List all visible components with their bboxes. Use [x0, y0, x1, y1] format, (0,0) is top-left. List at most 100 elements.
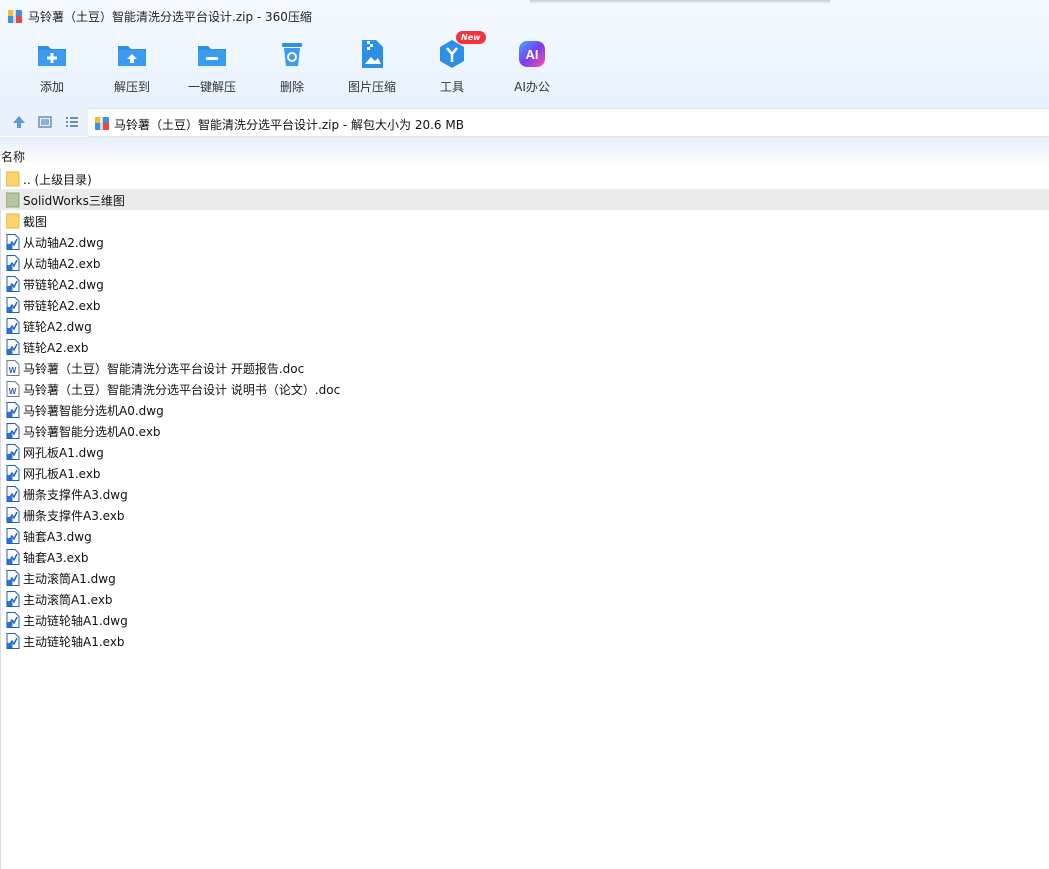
cad-file-icon — [6, 549, 20, 565]
title-shadow-decoration — [530, 0, 830, 4]
file-name: 栅条支撑件A3.dwg — [23, 488, 128, 502]
tools-label: 工具 — [439, 80, 464, 94]
file-name: 轴套A3.dwg — [23, 530, 92, 544]
address-bar[interactable]: 马铃薯（土豆）智能清洗分选平台设计.zip - 解包大小为 20.6 MB — [88, 108, 1049, 137]
file-row[interactable]: W 马铃薯（土豆）智能清洗分选平台设计 说明书（论文）.doc — [0, 378, 1049, 399]
file-name: 截图 — [23, 215, 48, 229]
file-row[interactable]: 主动链轮轴A1.dwg — [0, 609, 1049, 630]
ai-office-button[interactable]: AI AI办公 — [492, 38, 572, 98]
cad-file-icon — [6, 402, 20, 418]
file-row[interactable]: 马铃薯智能分选机A0.exb — [0, 420, 1049, 441]
folder-icon — [5, 213, 20, 229]
file-row[interactable]: 链轮A2.exb — [0, 336, 1049, 357]
file-name: 马铃薯（土豆）智能清洗分选平台设计 说明书（论文）.doc — [23, 383, 341, 397]
folder-row[interactable]: 截图 — [0, 210, 1049, 231]
svg-text:W: W — [9, 387, 17, 396]
column-header-name[interactable]: 名称 — [1, 148, 25, 165]
word-doc-icon: W — [6, 381, 20, 397]
cad-file-icon — [6, 465, 20, 481]
file-name: 链轮A2.dwg — [23, 320, 92, 334]
file-name: SolidWorks三维图 — [23, 194, 125, 208]
word-doc-icon: W — [6, 360, 20, 376]
cad-file-icon — [6, 507, 20, 523]
file-name: 网孔板A1.dwg — [23, 446, 104, 460]
file-row[interactable]: 栅条支撑件A3.dwg — [0, 483, 1049, 504]
cad-file-icon — [6, 612, 20, 628]
file-row[interactable]: 马铃薯智能分选机A0.dwg — [0, 399, 1049, 420]
list-view-icon[interactable] — [64, 114, 80, 130]
image-compress-label: 图片压缩 — [347, 80, 396, 94]
file-name: 链轮A2.exb — [23, 341, 89, 355]
tools-button[interactable]: New 工具 — [412, 31, 492, 98]
cad-file-icon — [6, 276, 20, 292]
address-text: 马铃薯（土豆）智能清洗分选平台设计.zip - 解包大小为 20.6 MB — [114, 118, 464, 132]
file-row[interactable]: 轴套A3.exb — [0, 546, 1049, 567]
cad-file-icon — [6, 486, 20, 502]
add-button[interactable]: 添加 — [12, 38, 92, 98]
one-click-extract-icon — [196, 38, 228, 70]
thumbnail-view-icon[interactable] — [37, 114, 53, 130]
file-name: 从动轴A2.dwg — [23, 236, 104, 250]
file-name: 带链轮A2.dwg — [23, 278, 104, 292]
file-row[interactable]: 带链轮A2.exb — [0, 294, 1049, 315]
file-name: 栅条支撑件A3.exb — [23, 509, 125, 523]
ai-office-label: AI办公 — [514, 80, 550, 94]
new-badge: New — [456, 31, 486, 44]
file-row[interactable]: 网孔板A1.dwg — [0, 441, 1049, 462]
delete-icon — [276, 38, 308, 70]
delete-button[interactable]: 删除 — [252, 38, 332, 98]
cad-file-icon — [6, 444, 20, 460]
folder-icon — [5, 192, 20, 208]
extract-to-icon — [116, 38, 148, 70]
cad-file-icon — [6, 528, 20, 544]
file-row[interactable]: 主动滚筒A1.exb — [0, 588, 1049, 609]
cad-file-icon — [6, 633, 20, 649]
image-compress-button[interactable]: 图片压缩 — [332, 38, 412, 98]
ai-office-icon: AI — [516, 38, 548, 70]
list-header-background — [0, 137, 1049, 165]
file-name: 网孔板A1.exb — [23, 467, 101, 481]
file-row[interactable]: 带链轮A2.dwg — [0, 273, 1049, 294]
file-name: 主动链轮轴A1.dwg — [23, 614, 128, 628]
one-click-extract-button[interactable]: 一键解压 — [172, 38, 252, 98]
file-row[interactable]: 主动滚筒A1.dwg — [0, 567, 1049, 588]
extract-to-label: 解压到 — [113, 80, 150, 94]
file-row[interactable]: 链轮A2.dwg — [0, 315, 1049, 336]
file-name: .. (上级目录) — [23, 173, 92, 187]
cad-file-icon — [6, 234, 20, 250]
one-click-extract-label: 一键解压 — [187, 80, 236, 94]
folder-row[interactable]: .. (上级目录) — [0, 168, 1049, 189]
folder-icon — [5, 171, 20, 187]
file-row[interactable]: 从动轴A2.dwg — [0, 231, 1049, 252]
file-name: 带链轮A2.exb — [23, 299, 101, 313]
file-row[interactable]: 栅条支撑件A3.exb — [0, 504, 1049, 525]
file-name: 主动滚筒A1.exb — [23, 593, 113, 607]
svg-text:W: W — [9, 366, 17, 375]
cad-file-icon — [6, 591, 20, 607]
file-row[interactable]: 从动轴A2.exb — [0, 252, 1049, 273]
file-row[interactable]: W 马铃薯（土豆）智能清洗分选平台设计 开题报告.doc — [0, 357, 1049, 378]
cad-file-icon — [6, 297, 20, 313]
cad-file-icon — [6, 318, 20, 334]
up-level-icon[interactable] — [11, 114, 27, 130]
cad-file-icon — [6, 423, 20, 439]
file-list: .. (上级目录) SolidWorks三维图 截图从动轴A2.dwg 从动轴A2.e… — [0, 168, 1049, 651]
file-name: 主动滚筒A1.dwg — [23, 572, 116, 586]
file-name: 轴套A3.exb — [23, 551, 89, 565]
file-row[interactable]: 主动链轮轴A1.exb — [0, 630, 1049, 651]
archive-app-icon — [7, 8, 23, 24]
cad-file-icon — [6, 255, 20, 271]
cad-file-icon — [6, 570, 20, 586]
add-icon — [36, 38, 68, 70]
add-button-label: 添加 — [39, 80, 64, 94]
file-row[interactable]: 网孔板A1.exb — [0, 462, 1049, 483]
archive-icon — [94, 115, 110, 131]
folder-row[interactable]: SolidWorks三维图 — [0, 189, 1049, 210]
file-name: 主动链轮轴A1.exb — [23, 635, 125, 649]
extract-to-button[interactable]: 解压到 — [92, 38, 172, 98]
file-name: 马铃薯智能分选机A0.exb — [23, 425, 161, 439]
top-toolbar-area: 马铃薯（土豆）智能清洗分选平台设计.zip - 360压缩 添加 解压到 一键解… — [0, 0, 1049, 108]
cad-file-icon — [6, 339, 20, 355]
file-name: 马铃薯智能分选机A0.dwg — [23, 404, 164, 418]
file-row[interactable]: 轴套A3.dwg — [0, 525, 1049, 546]
